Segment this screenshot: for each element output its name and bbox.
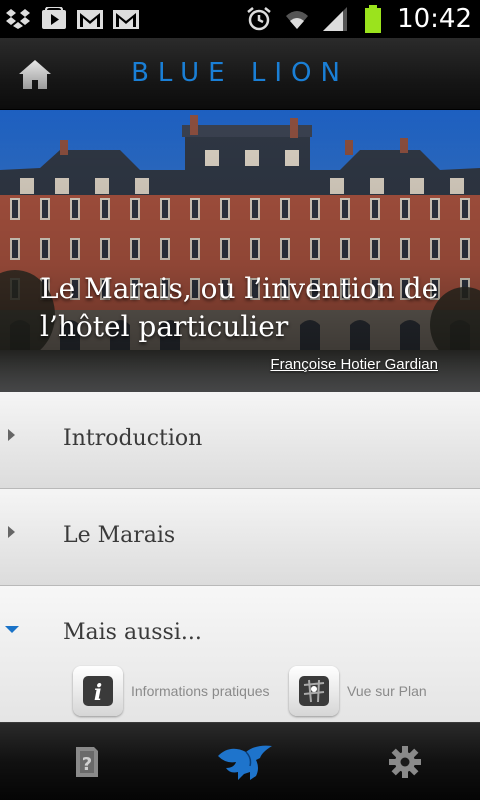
info-pratiques-button[interactable]: i Informations pratiques (73, 666, 270, 716)
map-icon (299, 676, 329, 706)
map-tile (289, 666, 339, 716)
list-item-introduction[interactable]: Introduction (0, 392, 480, 489)
settings-icon (389, 746, 421, 778)
hero-title: Le Marais, ou l’invention de l’hôtel par… (40, 272, 439, 343)
author-link[interactable]: Françoise Hotier Gardian (270, 356, 438, 373)
info-tile: i (73, 666, 123, 716)
system-icons: 10:42 (245, 4, 472, 34)
chevron-right-icon (8, 429, 15, 441)
hero-banner: Le Marais, ou l’invention de l’hôtel par… (0, 110, 480, 392)
guide-icon: ? (76, 747, 98, 777)
signal-icon (321, 6, 349, 32)
play-store-icon (40, 6, 68, 32)
alarm-icon (245, 6, 273, 32)
app-title: BLUE LION (131, 58, 349, 88)
chapter-list: Introduction Le Marais Mais aussi... i I… (0, 392, 480, 722)
status-bar: 10:42 (0, 0, 480, 38)
list-item-label: Le Marais (63, 523, 176, 548)
svg-text:?: ? (82, 754, 92, 775)
hero-photo (0, 110, 480, 392)
tab-settings[interactable] (380, 739, 430, 785)
tab-guide[interactable]: ? (62, 739, 112, 785)
blue-lion-logo-icon (218, 745, 272, 780)
battery-icon (359, 5, 387, 33)
vue-sur-plan-button[interactable]: Vue sur Plan (289, 666, 427, 716)
list-item-label: Introduction (63, 426, 203, 451)
list-item-mais-aussi[interactable]: Mais aussi... i Informations pratiques V… (0, 586, 480, 722)
wifi-icon (283, 6, 311, 32)
sub-item-label: Vue sur Plan (347, 683, 427, 699)
chevron-down-icon (5, 626, 19, 633)
info-icon: i (83, 676, 113, 706)
bottom-nav: ? (0, 722, 480, 800)
list-item-label: Mais aussi... (63, 620, 202, 645)
chevron-right-icon (8, 526, 15, 538)
dropbox-icon (4, 6, 32, 32)
app-header: BLUE LION (0, 38, 480, 110)
svg-text:i: i (94, 680, 102, 706)
list-item-le-marais[interactable]: Le Marais (0, 489, 480, 586)
gmail-icon (76, 6, 104, 32)
gmail-icon (112, 6, 140, 32)
notification-icons (4, 6, 140, 32)
tab-home-logo[interactable] (215, 739, 275, 785)
clock: 10:42 (397, 4, 472, 34)
sub-item-label: Informations pratiques (131, 683, 270, 699)
